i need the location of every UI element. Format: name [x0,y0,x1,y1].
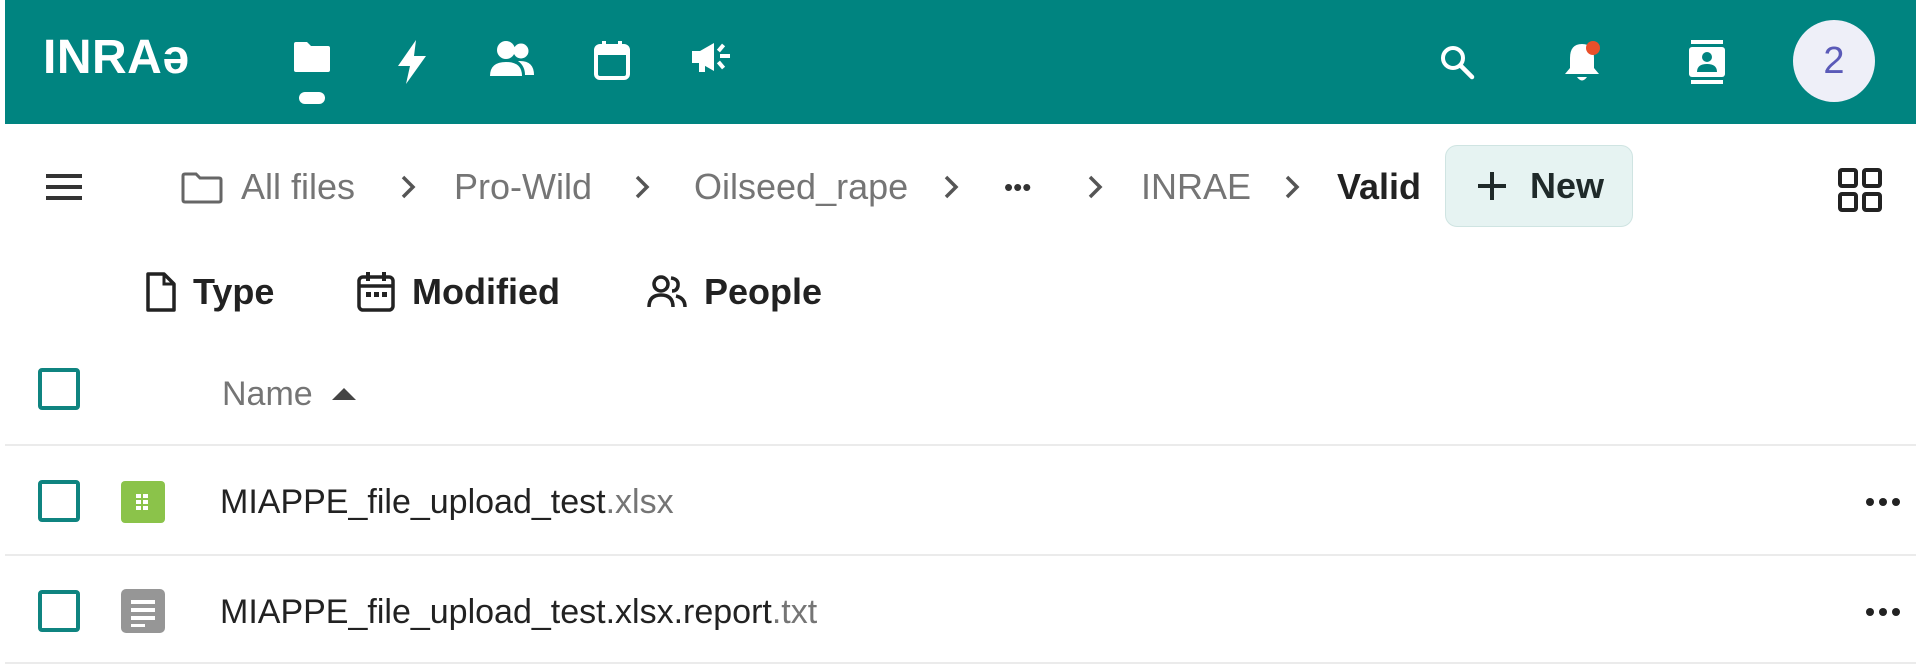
chevron-right-icon [627,160,657,214]
calendar-icon [592,30,632,94]
notification-bell-icon [1562,40,1602,84]
filter-modified-label: Modified [412,271,560,312]
inrae-logo[interactable]: INRAə [43,28,190,88]
breadcrumb-item-oilseed-rape[interactable]: Oilseed_rape [694,160,908,214]
contacts-menu-button[interactable] [1677,32,1737,92]
breadcrumb-root[interactable]: All files [180,160,355,214]
select-all-checkbox[interactable] [38,368,80,410]
filter-people-label: People [704,271,823,312]
chevron-right-icon [936,160,966,214]
file-name[interactable]: MIAPPE_file_upload_test.xlsx.report.txt [220,584,817,640]
sort-ascending-icon [313,387,357,401]
grid-view-icon [1837,167,1883,213]
filter-people[interactable]: People [646,262,822,322]
divider [5,444,1916,446]
file-base-name: MIAPPE_file_upload_test [220,483,606,521]
app-activity[interactable] [382,30,442,94]
more-horizontal-icon [1865,607,1901,617]
file-extension: .xlsx [605,483,674,521]
active-app-indicator [299,92,325,104]
filter-type[interactable]: Type [145,262,274,322]
app-contacts[interactable] [482,30,542,94]
filter-modified[interactable]: Modified [356,262,560,322]
search-icon [1439,44,1475,80]
new-button[interactable]: New [1445,145,1633,227]
plus-icon [1476,170,1508,202]
column-header-name[interactable]: Name [222,366,357,422]
folder-icon [292,30,332,94]
app-calendar[interactable] [582,30,642,94]
row-checkbox[interactable] [38,480,80,522]
navigation-menu-button[interactable] [34,160,94,214]
user-avatar[interactable]: 2 [1793,20,1875,102]
chevron-right-icon [1080,160,1110,214]
notifications-button[interactable] [1552,32,1612,92]
file-icon [145,271,193,313]
more-horizontal-icon [1865,497,1901,507]
text-document-icon [121,589,165,633]
bolt-icon [396,30,428,94]
top-header-bar: INRAə 2 [5,0,1916,124]
calendar-icon [356,271,412,313]
breadcrumb-current[interactable]: Valid [1337,160,1421,214]
contacts-card-icon [1687,40,1727,84]
column-header-name-label: Name [222,375,313,413]
hamburger-menu-icon [44,172,84,202]
breadcrumb-overflow-button[interactable]: ••• [1004,160,1031,214]
folder-outline-icon [180,172,224,204]
row-actions-button[interactable] [1858,477,1908,527]
megaphone-icon [690,30,734,94]
grid-view-toggle[interactable] [1830,160,1890,220]
row-checkbox[interactable] [38,590,80,632]
spreadsheet-icon [121,481,165,523]
search-button[interactable] [1427,32,1487,92]
file-extension: .txt [771,593,818,631]
breadcrumb-item-inrae[interactable]: INRAE [1141,160,1251,214]
people-icon [488,30,536,94]
app-files[interactable] [282,30,342,104]
divider [5,554,1916,556]
filter-type-label: Type [193,271,275,312]
file-base-name: MIAPPE_file_upload_test.xlsx.report [220,593,772,631]
new-button-label: New [1530,165,1605,206]
chevron-right-icon [1277,160,1307,214]
chevron-right-icon [393,160,423,214]
people-icon [646,274,704,310]
row-actions-button[interactable] [1858,587,1908,637]
breadcrumb-root-label: All files [241,166,356,207]
breadcrumb-item-pro-wild[interactable]: Pro-Wild [454,160,592,214]
app-announcements[interactable] [682,30,742,94]
file-name[interactable]: MIAPPE_file_upload_test.xlsx [220,474,674,530]
